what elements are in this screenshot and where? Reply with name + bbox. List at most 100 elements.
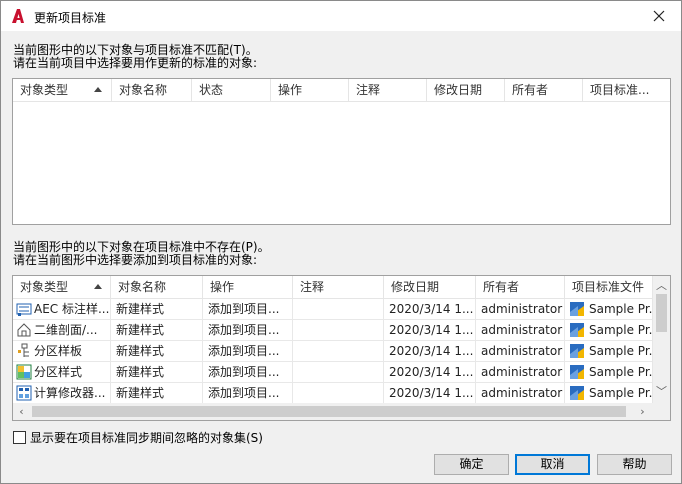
cell-object-name: 新建样式 bbox=[111, 362, 203, 383]
cell-object-name: 新建样式 bbox=[111, 320, 203, 341]
cell-owner: administrator bbox=[476, 362, 565, 383]
close-button[interactable] bbox=[637, 1, 681, 31]
ok-button[interactable]: 确定 bbox=[434, 454, 509, 475]
table-row[interactable]: 分区样式 新建样式 添加到项目... 2020/3/14 1... administra… bbox=[13, 362, 653, 383]
object-type-text: 分区样板 bbox=[34, 343, 83, 358]
scroll-down-icon[interactable]: ﹀ bbox=[653, 383, 670, 400]
cell-owner: administrator bbox=[476, 383, 565, 404]
column-header-object-name[interactable]: 对象名称 bbox=[111, 276, 203, 298]
column-header-note[interactable]: 注释 bbox=[349, 79, 427, 101]
cell-owner: administrator bbox=[476, 341, 565, 362]
scroll-left-icon[interactable]: ‹ bbox=[13, 403, 30, 420]
object-type-text: 分区样式 bbox=[34, 364, 83, 379]
cell-standards-file: Sample Pr... bbox=[565, 299, 653, 320]
cell-object-type: 分区样板 bbox=[13, 341, 111, 362]
cell-note bbox=[293, 362, 384, 383]
cell-owner: administrator bbox=[476, 320, 565, 341]
autocad-logo-icon bbox=[12, 9, 24, 23]
vertical-scrollbar[interactable]: ︿ ﹀ bbox=[652, 276, 670, 403]
cell-owner: administrator bbox=[476, 299, 565, 320]
column-header-standards-file[interactable]: 项目标准... bbox=[583, 79, 670, 101]
table-row[interactable]: 分区样板 新建样式 添加到项目... 2020/3/14 1... administra… bbox=[13, 341, 653, 362]
cell-modified-date: 2020/3/14 1... bbox=[384, 341, 476, 362]
column-header-note[interactable]: 注释 bbox=[293, 276, 384, 298]
mismatch-objects-list[interactable]: 对象类型 对象名称 状态 操作 注释 修改日期 所有者 项目标准... bbox=[12, 78, 671, 225]
table-row[interactable]: AEC 标注样... 新建样式 添加到项目... 2020/3/14 1... admi… bbox=[13, 299, 653, 320]
window-title: 更新项目标准 bbox=[34, 11, 107, 25]
column-header-action[interactable]: 操作 bbox=[271, 79, 349, 101]
cell-object-name: 新建样式 bbox=[111, 341, 203, 362]
sort-ascending-icon bbox=[94, 284, 102, 289]
show-ignored-checkbox[interactable]: 显示要在项目标准同步期间忽略的对象集(S) bbox=[13, 429, 263, 446]
cell-action: 添加到项目... bbox=[203, 383, 293, 404]
standards-file-text: Sample Pr... bbox=[589, 322, 653, 337]
calc-modifier-icon bbox=[16, 385, 32, 401]
vertical-scroll-thumb[interactable] bbox=[656, 294, 667, 332]
cell-standards-file: Sample Pr... bbox=[565, 341, 653, 362]
column-header-standards-file[interactable]: 项目标准文件 bbox=[565, 276, 653, 298]
checkbox-label: 显示要在项目标准同步期间忽略的对象集(S) bbox=[30, 431, 263, 445]
standards-file-text: Sample Pr... bbox=[589, 385, 653, 400]
cell-modified-date: 2020/3/14 1... bbox=[384, 320, 476, 341]
table-row[interactable]: 二维剖面/... 新建样式 添加到项目... 2020/3/14 1... admini… bbox=[13, 320, 653, 341]
dimension-style-icon bbox=[16, 303, 32, 316]
column-header-modified-date[interactable]: 修改日期 bbox=[427, 79, 505, 101]
scroll-up-icon[interactable]: ︿ bbox=[653, 277, 670, 294]
cell-standards-file: Sample Pr... bbox=[565, 362, 653, 383]
help-button[interactable]: 帮助 bbox=[597, 454, 672, 475]
standards-file-icon bbox=[570, 344, 584, 358]
cell-object-type: 二维剖面/... bbox=[13, 320, 111, 341]
cell-action: 添加到项目... bbox=[203, 320, 293, 341]
cell-object-name: 新建样式 bbox=[111, 299, 203, 320]
cell-modified-date: 2020/3/14 1... bbox=[384, 383, 476, 404]
missing-list-header: 对象类型 对象名称 操作 注释 修改日期 所有者 项目标准文件 bbox=[13, 276, 670, 299]
cell-modified-date: 2020/3/14 1... bbox=[384, 299, 476, 320]
table-row[interactable]: 计算修改器... 新建样式 添加到项目... 2020/3/14 1... admini… bbox=[13, 383, 653, 404]
title-bar: 更新项目标准 bbox=[1, 1, 681, 31]
cell-note bbox=[293, 383, 384, 404]
object-type-text: 二维剖面/... bbox=[34, 322, 98, 337]
column-header-modified-date[interactable]: 修改日期 bbox=[384, 276, 476, 298]
cell-object-type: 计算修改器... bbox=[13, 383, 111, 404]
cancel-button[interactable]: 取消 bbox=[515, 454, 590, 475]
missing-instruction: 请在当前图形中选择要添加到项目标准的对象: bbox=[13, 253, 258, 267]
checkbox-box[interactable] bbox=[13, 431, 26, 444]
standards-file-icon bbox=[570, 323, 584, 337]
column-header-owner[interactable]: 所有者 bbox=[505, 79, 583, 101]
close-icon bbox=[653, 10, 665, 22]
update-project-standards-dialog: 更新项目标准 当前图形中的以下对象与项目标准不匹配(T)。 请在当前项目中选择要… bbox=[0, 0, 682, 484]
standards-file-text: Sample Pr... bbox=[589, 301, 653, 316]
cell-action: 添加到项目... bbox=[203, 341, 293, 362]
column-header-object-name[interactable]: 对象名称 bbox=[112, 79, 192, 101]
zone-style-icon bbox=[16, 364, 32, 380]
scroll-right-icon[interactable]: › bbox=[634, 403, 651, 420]
section-elevation-icon bbox=[17, 323, 31, 337]
missing-objects-list[interactable]: 对象类型 对象名称 操作 注释 修改日期 所有者 项目标准文件 AEC 标注样.… bbox=[12, 275, 671, 421]
column-header-status[interactable]: 状态 bbox=[192, 79, 271, 101]
object-type-text: AEC 标注样... bbox=[34, 301, 110, 316]
cell-standards-file: Sample Pr... bbox=[565, 383, 653, 404]
column-header-action[interactable]: 操作 bbox=[203, 276, 293, 298]
cell-object-type: AEC 标注样... bbox=[13, 299, 111, 320]
mismatch-list-header: 对象类型 对象名称 状态 操作 注释 修改日期 所有者 项目标准... bbox=[13, 79, 670, 102]
cell-modified-date: 2020/3/14 1... bbox=[384, 362, 476, 383]
standards-file-icon bbox=[570, 302, 584, 316]
object-type-text: 计算修改器... bbox=[34, 385, 106, 400]
cell-object-type: 分区样式 bbox=[13, 362, 111, 383]
horizontal-scroll-thumb[interactable] bbox=[32, 406, 626, 417]
cell-object-name: 新建样式 bbox=[111, 383, 203, 404]
cell-action: 添加到项目... bbox=[203, 362, 293, 383]
standards-file-icon bbox=[570, 386, 584, 400]
cell-note bbox=[293, 299, 384, 320]
horizontal-scrollbar[interactable]: ‹ › bbox=[13, 403, 653, 420]
zone-template-icon bbox=[18, 343, 29, 357]
scrollbar-corner bbox=[653, 403, 670, 420]
cell-note bbox=[293, 320, 384, 341]
column-header-owner[interactable]: 所有者 bbox=[476, 276, 565, 298]
cell-action: 添加到项目... bbox=[203, 299, 293, 320]
cell-note bbox=[293, 341, 384, 362]
standards-file-text: Sample Pr... bbox=[589, 343, 653, 358]
sort-ascending-icon bbox=[94, 87, 102, 92]
mismatch-instruction: 请在当前项目中选择要用作更新的标准的对象: bbox=[13, 56, 258, 70]
standards-file-icon bbox=[570, 365, 584, 379]
